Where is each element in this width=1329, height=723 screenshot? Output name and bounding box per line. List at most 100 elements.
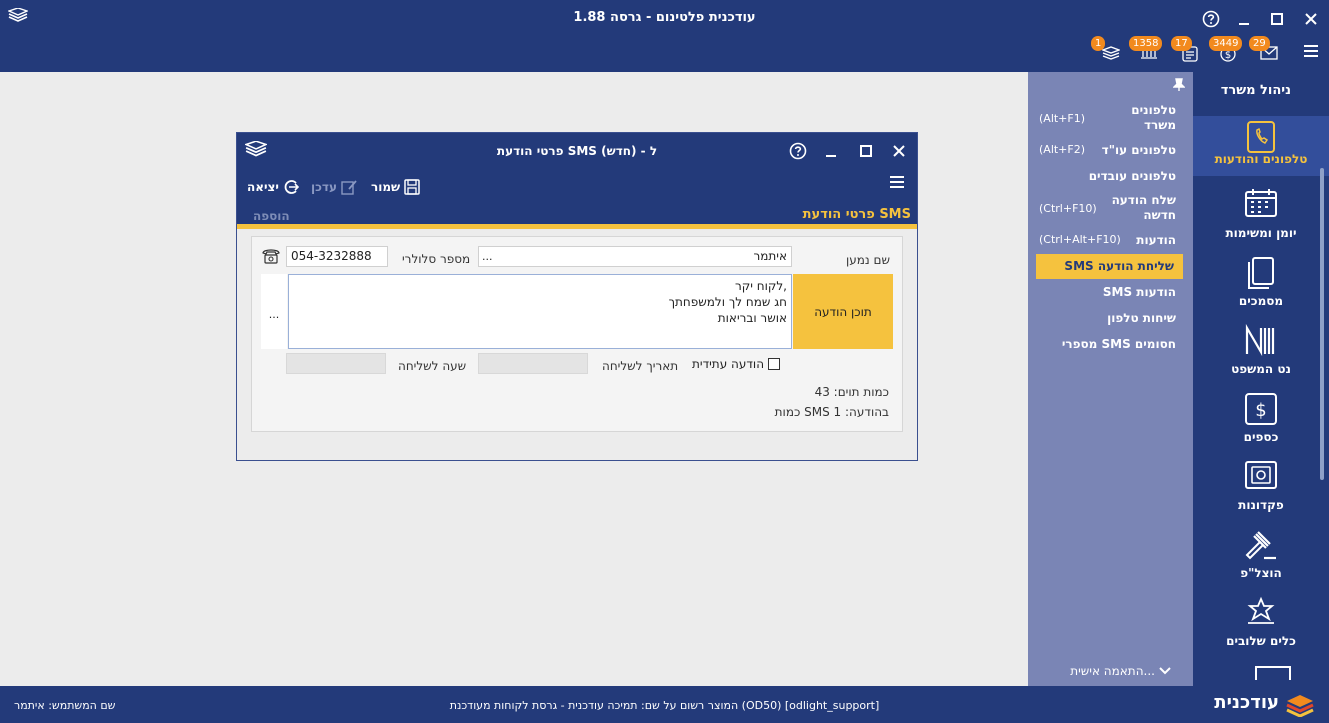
submenu-item-label: מספרי SMS חסומים (1061, 337, 1176, 351)
submenu-item-shortcut: (Alt+F2) (1039, 143, 1086, 156)
send-date-field[interactable] (478, 353, 588, 374)
submenu-item-blocked-sms[interactable]: מספרי SMS חסומים (1028, 336, 1193, 354)
submenu-item-phone-calls[interactable]: שיחות טלפון (1028, 310, 1193, 328)
personalize-label: התאמה אישית... (1070, 664, 1155, 678)
submenu-item-label: שלח הודעה חדשה (1111, 193, 1176, 222)
update-label: עדכן (311, 180, 337, 194)
form-panel: שם נמען איתמר ... מספר סלולרי 054-323288… (251, 236, 903, 432)
sidebar-item-label: טלפונים והודעות (1214, 152, 1308, 166)
exit-label: יציאה (247, 180, 279, 194)
chevron-down-icon (1159, 667, 1171, 675)
gavel-icon (1244, 528, 1278, 562)
future-message-label: הודעה עתידית (692, 357, 765, 371)
payments-badge: 3449 (1209, 36, 1243, 51)
net-hamishpat-icon (1244, 324, 1278, 356)
submenu-item-label: טלפונים משרד (1131, 103, 1176, 132)
sms-count: כמות SMS בהודעה: 1 (774, 405, 889, 419)
main-sidebar: ניהול משרד טלפונים והודעות יומן ומשימות … (1193, 72, 1329, 686)
mail-badge: 29 (1249, 36, 1270, 51)
sidebar-item-hotzlap[interactable]: הוצל"פ (1193, 524, 1329, 590)
sidebar-item-tools[interactable]: כלים שלובים (1193, 592, 1329, 658)
minimize-button[interactable] (1231, 6, 1257, 32)
user-info: שם המשתמש: איתמר (14, 699, 116, 712)
phone-field[interactable]: 054-3232888 (286, 246, 388, 267)
send-time-field[interactable] (286, 353, 386, 374)
telephone-icon[interactable] (262, 248, 280, 264)
sidebar-item-phones[interactable]: טלפונים והודעות (1193, 116, 1329, 176)
add-tab[interactable]: הוספה (253, 209, 290, 223)
dialog-maximize-button[interactable] (854, 139, 878, 163)
dialog-minimize-button[interactable] (819, 139, 843, 163)
submenu-item-lawyer-phones[interactable]: טלפונים עו"ד (Alt+F2) (1028, 142, 1193, 160)
future-message-checkbox[interactable]: הודעה עתידית (692, 357, 781, 371)
sidebar-item-money[interactable]: $ כספים (1193, 388, 1329, 454)
save-button[interactable]: שמור (371, 179, 420, 195)
sidebar-item-net-hamishpat[interactable]: נט המשפט (1193, 320, 1329, 386)
update-button[interactable]: עדכן (311, 179, 357, 195)
submenu-item-label: הודעות (1136, 233, 1176, 247)
dialog-body: שם נמען איתמר ... מספר סלולרי 054-323288… (237, 229, 917, 460)
submenu-panel: טלפונים משרד (Alt+F1) טלפונים עו"ד (Alt+… (1028, 72, 1193, 686)
exit-button[interactable]: יציאה (247, 179, 299, 195)
submenu-item-send-sms[interactable]: SMS שליחת הודעה (1036, 254, 1183, 279)
sidebar-more-icon[interactable] (1255, 666, 1291, 680)
submenu-item-office-phones[interactable]: טלפונים משרד (Alt+F1) (1028, 102, 1193, 134)
submenu-item-label: טלפונים עו"ד (1101, 143, 1176, 157)
sidebar-title: ניהול משרד (1220, 83, 1291, 98)
app-title: עודכנית פלטינום - גרסה 1.88 (573, 10, 756, 25)
dialog-header-title: פרטי הודעת SMS (802, 207, 911, 222)
dialog-help-button[interactable] (786, 139, 810, 163)
recipient-field[interactable]: איתמר (478, 246, 792, 267)
calendar-icon (1244, 188, 1278, 218)
submenu-item-sms-messages[interactable]: SMS הודעות (1028, 284, 1193, 302)
submenu-item-messages[interactable]: הודעות (Ctrl+Alt+F10) (1028, 232, 1193, 250)
save-label: שמור (371, 180, 401, 194)
sidebar-item-label: מסמכים (1238, 294, 1284, 308)
sidebar-item-label: כלים שלובים (1226, 634, 1296, 648)
recipient-lookup-button[interactable]: ... (482, 250, 493, 263)
maximize-button[interactable] (1264, 6, 1290, 32)
sidebar-item-label: יומן ומשימות (1225, 226, 1297, 240)
documents-icon (1247, 256, 1275, 290)
money-icon: $ (1244, 392, 1278, 426)
exit-icon (283, 179, 299, 195)
title-bar: עודכנית פלטינום - גרסה 1.88 1 1358 17 $ … (0, 0, 1329, 72)
submenu-item-employee-phones[interactable]: טלפונים עובדים (1028, 168, 1193, 186)
court-badge: 1358 (1129, 36, 1163, 51)
send-date-label: תאריך לשליחה (602, 359, 679, 373)
submenu-item-send-new-message[interactable]: שלח הודעה חדשה (Ctrl+F10) (1028, 192, 1193, 224)
content-label: תוכן הודעה (814, 304, 872, 319)
sidebar-item-deposits[interactable]: פקדונות (1193, 456, 1329, 522)
sidebar-item-label: פקדונות (1238, 498, 1284, 512)
tasks-badge: 17 (1171, 36, 1192, 51)
save-icon (404, 179, 420, 195)
tools-icon (1244, 596, 1278, 626)
edit-icon (341, 179, 357, 195)
submenu-item-shortcut: (Alt+F1) (1039, 112, 1086, 125)
sidebar-item-label: נט המשפט (1231, 362, 1291, 376)
sidebar-item-calendar[interactable]: יומן ומשימות (1193, 184, 1329, 250)
personalize-link[interactable]: התאמה אישית... (1070, 664, 1171, 678)
message-line: חג שמח לך ולמשפחתך (668, 295, 787, 309)
checkbox-icon[interactable] (768, 358, 781, 370)
message-line: אושר ובריאות (717, 311, 787, 325)
books-icon (1102, 46, 1120, 60)
help-button[interactable] (1198, 6, 1224, 32)
sms-dialog: פרטי הודעת SMS ל - (חדש) יציאה עדכן שמור (236, 132, 918, 461)
svg-text:$: $ (1225, 50, 1231, 61)
submenu-item-shortcut: (Ctrl+Alt+F10) (1039, 233, 1121, 246)
dialog-title-bar: פרטי הודעת SMS ל - (חדש) יציאה עדכן שמור (237, 133, 917, 233)
dialog-menu-icon[interactable] (889, 175, 905, 189)
sidebar-item-label: כספים (1243, 430, 1279, 444)
close-button[interactable] (1298, 6, 1324, 32)
submenu-item-label: טלפונים עובדים (1088, 169, 1176, 183)
registration-info: המוצר רשום על שם: תמיכה עודכנית - גרסת ל… (449, 699, 880, 712)
send-time-label: שעה לשליחה (398, 359, 467, 373)
hamburger-menu-icon[interactable] (1303, 44, 1319, 58)
dialog-close-button[interactable] (887, 139, 911, 163)
pin-icon[interactable] (1173, 78, 1185, 92)
message-more-button[interactable]: ... (261, 274, 287, 349)
message-textarea[interactable]: לקוח יקר, חג שמח לך ולמשפחתך אושר ובריאו… (288, 274, 792, 349)
sidebar-scrollbar[interactable] (1320, 168, 1324, 480)
sidebar-item-documents[interactable]: מסמכים (1193, 252, 1329, 318)
